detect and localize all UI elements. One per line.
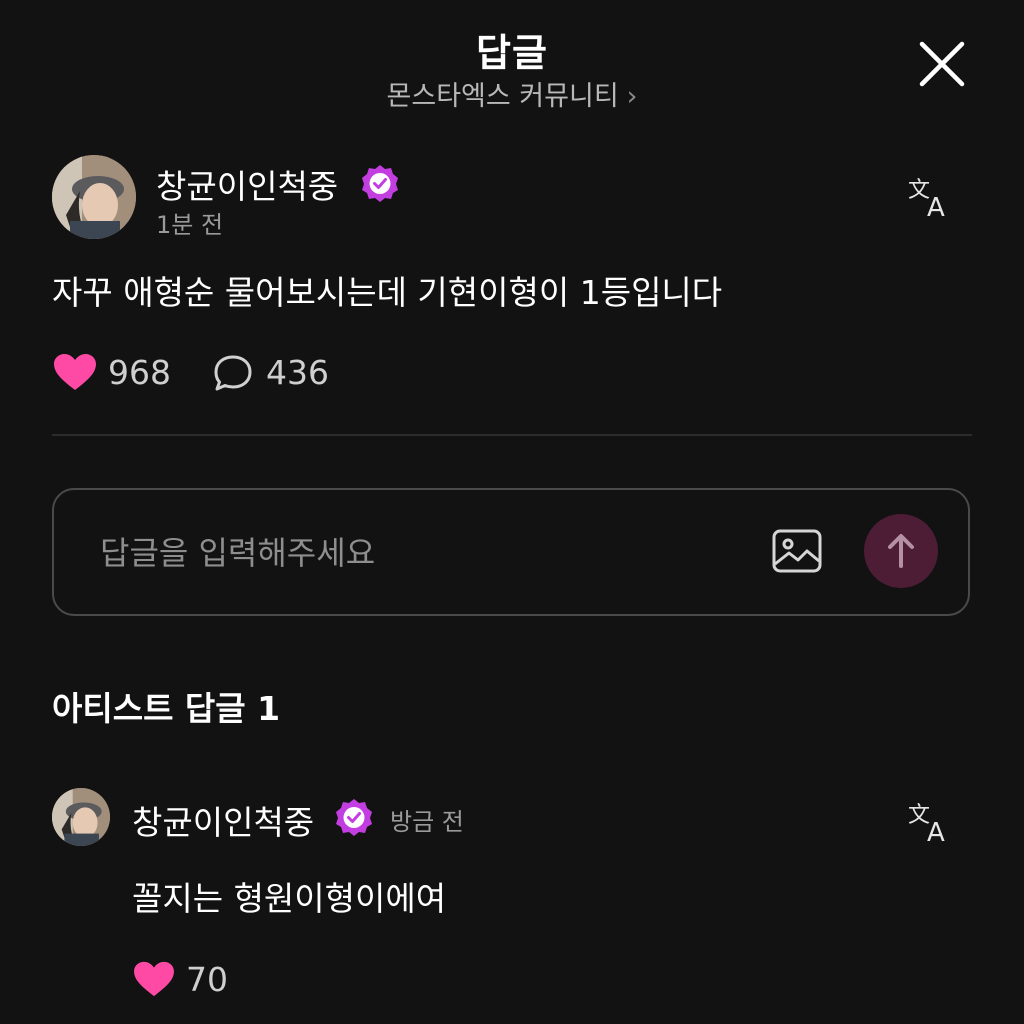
translate-button[interactable]: 文 A [906,797,954,848]
post-username[interactable]: 창균이인척중 [156,160,338,208]
svg-text:A: A [927,193,945,220]
attach-image-button[interactable] [770,524,824,578]
verified-badge-icon [334,797,374,837]
like-count: 968 [108,353,171,392]
svg-text:A: A [927,818,945,845]
post-time: 1분 전 [156,211,224,239]
verified-badge-icon [360,163,400,203]
like-button[interactable] [132,960,176,998]
close-icon [919,41,965,87]
chevron-right-icon: › [626,81,638,112]
arrow-up-icon [888,534,914,568]
translate-button[interactable]: 文 A [906,172,954,223]
heart-icon [134,961,174,997]
translate-icon: 文 A [908,178,945,223]
artist-replies-title: 아티스트 답글 1 [52,689,281,728]
page-title: 답글 [476,31,548,75]
close-button[interactable] [916,38,968,90]
reply-input[interactable] [98,528,742,578]
community-link[interactable]: 몬스타엑스 커뮤니티 › [0,74,1024,113]
comment-button[interactable] [212,353,254,393]
comment-icon [214,355,252,391]
send-button[interactable] [864,514,938,588]
divider [52,434,972,436]
reply-username[interactable]: 창균이인척중 [132,796,314,844]
heart-icon [54,354,96,390]
avatar[interactable] [52,155,136,239]
reply-text: 꼴지는 형원이형이에여 [132,879,447,918]
post-text: 자꾸 애형순 물어보시는데 기현이형이 1등입니다 [52,273,723,312]
reply-like-count: 70 [186,960,228,999]
community-name: 몬스타엑스 커뮤니티 [386,81,619,112]
avatar[interactable] [52,788,110,846]
comment-count: 436 [266,353,329,392]
like-button[interactable] [52,352,98,392]
reply-time: 방금 전 [390,808,464,836]
image-icon [772,529,822,573]
translate-icon: 文 A [908,803,945,848]
